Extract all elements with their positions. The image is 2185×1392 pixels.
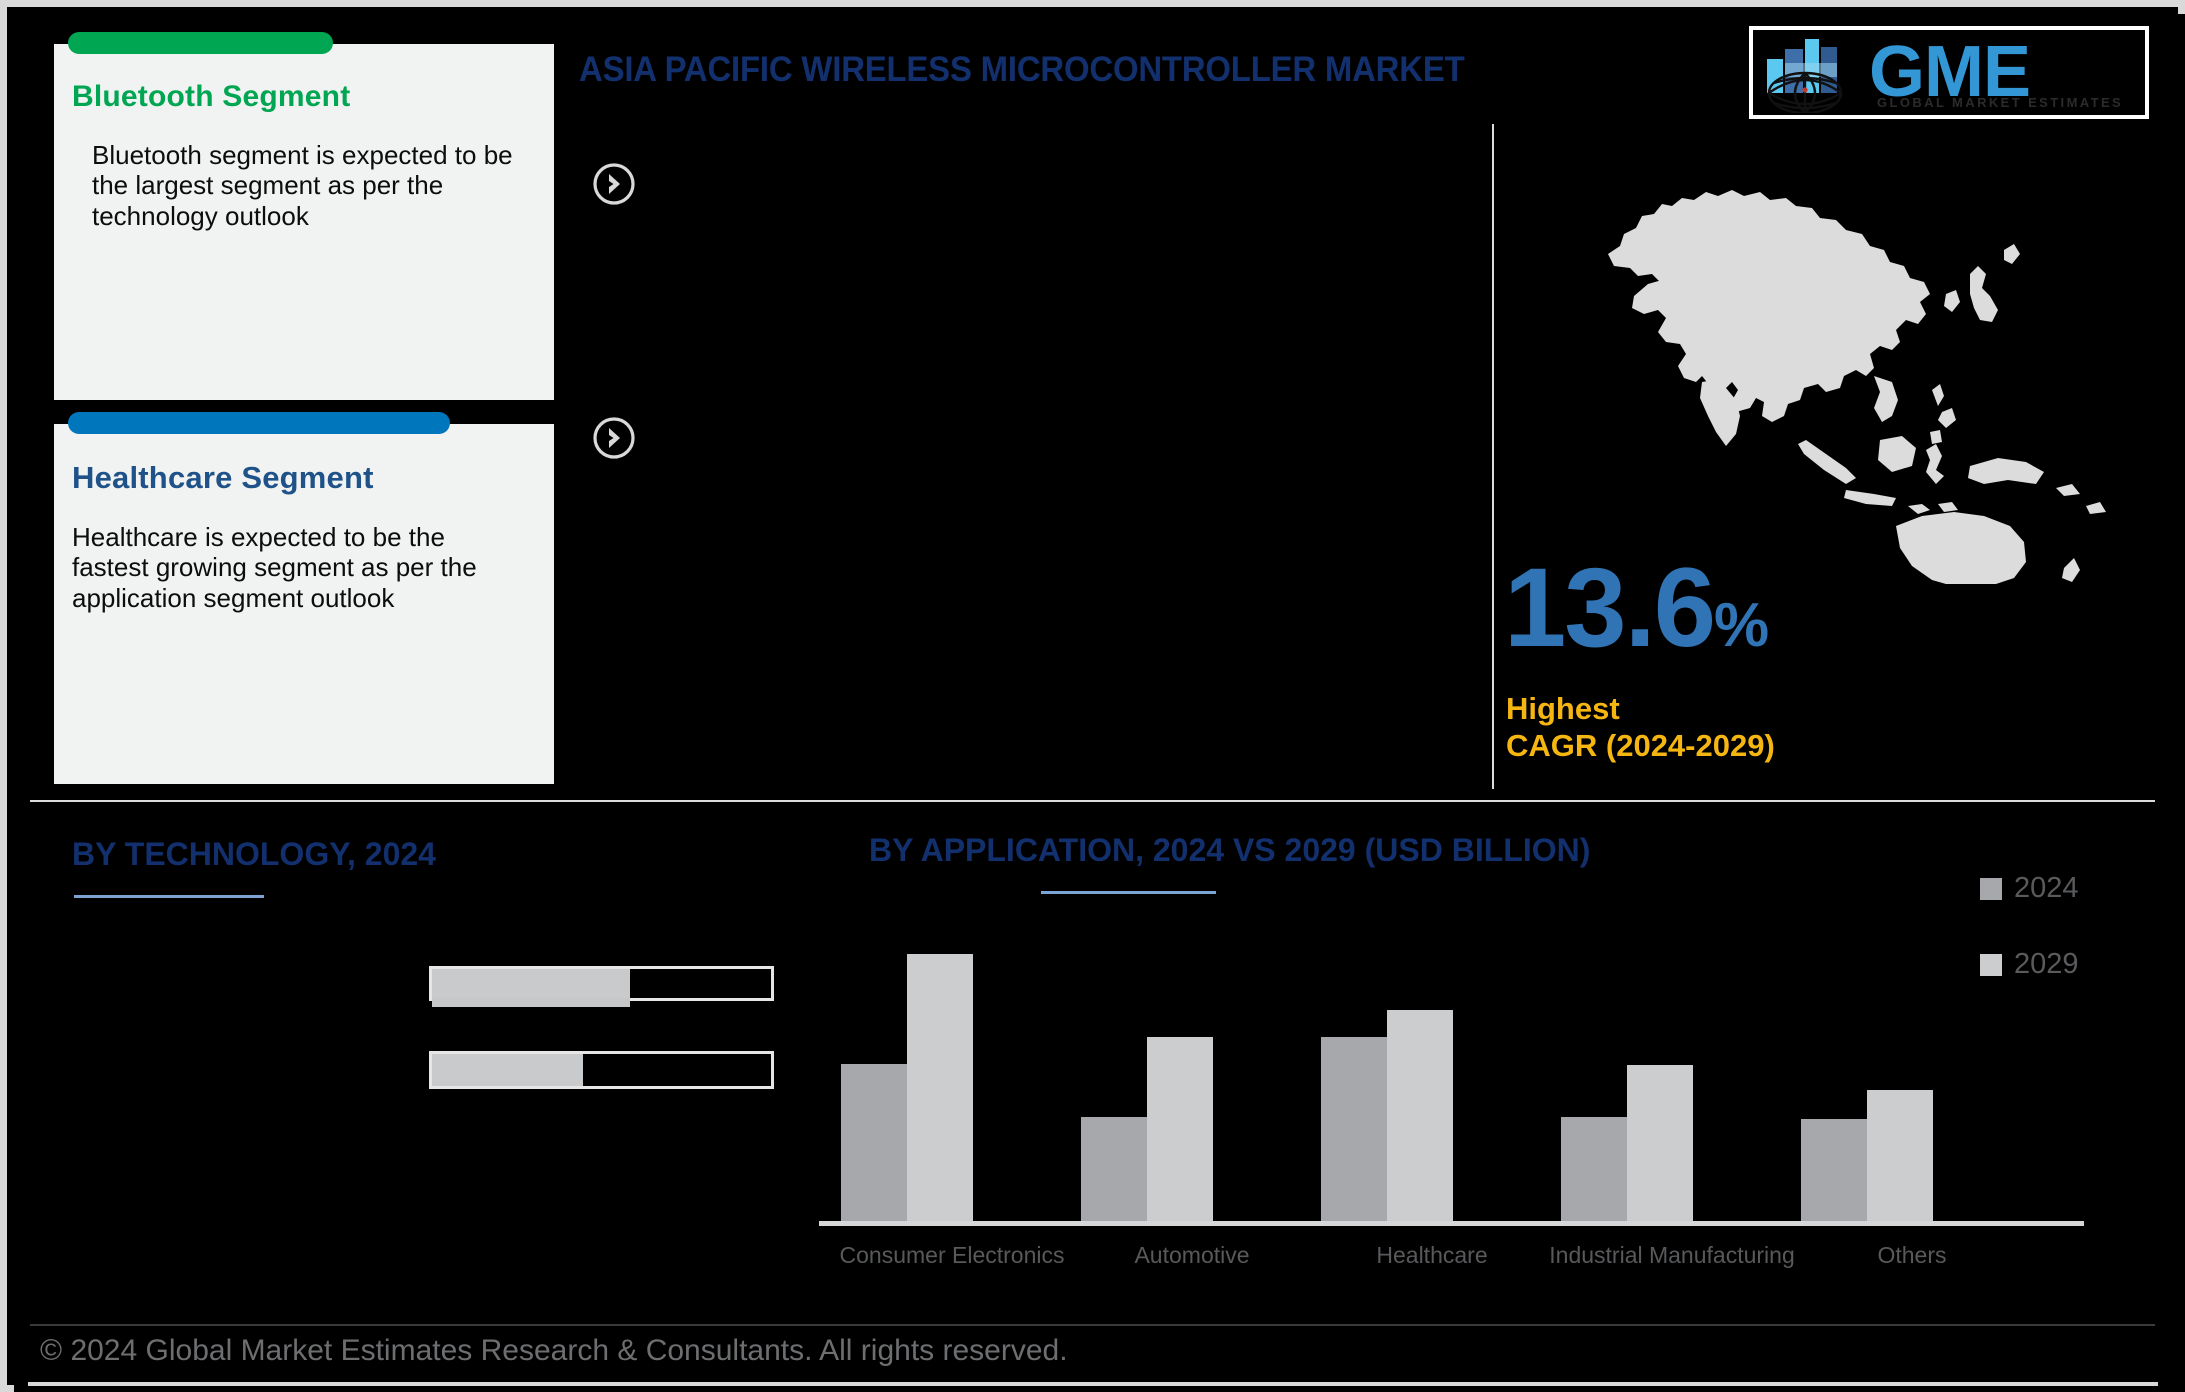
category-label: Healthcare: [1376, 1242, 1488, 1268]
cagr-value: 13.6%: [1504, 552, 1769, 664]
company-logo: GME GLOBAL MARKET ESTIMATES: [1749, 26, 2149, 119]
bar-2029: [907, 954, 973, 1224]
bar-2029: [1627, 1065, 1693, 1224]
legend-label: 2024: [2014, 872, 2079, 904]
category-label: Consumer Electronics: [839, 1242, 1065, 1268]
category-label: Industrial Manufacturing: [1549, 1242, 1795, 1268]
bar-2024: [1561, 1117, 1627, 1224]
cagr-caption-line-2: CAGR (2024-2029): [1506, 728, 1775, 764]
page-title: ASIA PACIFIC WIRELESS MICROCONTROLLER MA…: [579, 50, 1465, 89]
logo-tagline: GLOBAL MARKET ESTIMATES: [1877, 95, 2124, 110]
infographic-frame: ASIA PACIFIC WIRELESS MICROCONTROLLER MA…: [0, 0, 2185, 1392]
section-heading-application: BY APPLICATION, 2024 VS 2029 (USD BILLIO…: [869, 832, 1590, 894]
application-bar-chart: [819, 914, 2074, 1224]
heading-underline: [1041, 891, 1216, 894]
technology-bar-1-shadow: [432, 998, 631, 1007]
chevron-right-circle-icon: [592, 162, 636, 206]
footer-copyright: © 2024 Global Market Estimates Research …: [40, 1334, 1068, 1367]
section-heading-technology-label: BY TECHNOLOGY, 2024: [72, 836, 436, 872]
vertical-divider: [1492, 124, 1494, 789]
bar-2024: [1081, 1117, 1147, 1224]
chevron-right-circle-icon: [592, 416, 636, 460]
card-accent-pill: [68, 412, 450, 434]
bar-2024: [1801, 1119, 1867, 1224]
cagr-caption-line-1: Highest: [1506, 691, 1620, 726]
section-heading-technology: BY TECHNOLOGY, 2024: [72, 836, 436, 898]
section-heading-application-label: BY APPLICATION, 2024 VS 2029 (USD BILLIO…: [869, 832, 1591, 868]
bar-2024: [841, 1064, 907, 1224]
legend-swatch-icon: [1980, 953, 2002, 976]
chart-legend: 2024 2029: [1980, 872, 2079, 1024]
insight-card-bluetooth: Bluetooth Segment Bluetooth segment is e…: [54, 32, 554, 400]
bar-2029: [1147, 1037, 1213, 1224]
insight-card-healthcare: Healthcare Segment Healthcare is expecte…: [54, 412, 554, 784]
legend-label: 2029: [2014, 948, 2079, 980]
technology-bar-2: [429, 1051, 774, 1089]
card-title: Bluetooth Segment: [72, 80, 351, 113]
top-section: ASIA PACIFIC WIRELESS MICROCONTROLLER MA…: [14, 14, 2185, 804]
bar-2024: [1321, 1037, 1387, 1224]
footer-rule: [28, 1382, 2158, 1386]
cagr-number: 13.6: [1504, 545, 1716, 670]
bar-2029: [1387, 1010, 1453, 1224]
card-accent-pill: [68, 32, 333, 54]
legend-item-2029: 2029: [1980, 948, 2079, 981]
horizontal-divider: [30, 800, 2155, 802]
technology-bar-1: [429, 966, 774, 1007]
heading-underline: [74, 895, 264, 898]
bar-group-healthcare: [1321, 914, 1453, 1224]
infographic-canvas: ASIA PACIFIC WIRELESS MICROCONTROLLER MA…: [14, 14, 2185, 1392]
asia-pacific-map: [1574, 154, 2134, 584]
footer-divider: [30, 1324, 2155, 1326]
cagr-caption: Highest CAGR (2024-2029): [1506, 690, 1775, 764]
bar-group-automotive: [1081, 914, 1213, 1224]
card-title: Healthcare Segment: [72, 460, 374, 495]
technology-bar-2-fill: [432, 1054, 583, 1086]
cagr-percent-symbol: %: [1713, 591, 1769, 660]
card-body: Bluetooth segment is expected to be the …: [92, 140, 513, 231]
legend-swatch-icon: [1980, 877, 2002, 900]
card-body: Healthcare is expected to be the fastest…: [72, 522, 477, 613]
legend-item-2024: 2024: [1980, 872, 2079, 905]
globe-bar-chart-icon: [1761, 33, 1869, 114]
category-label: Automotive: [1134, 1242, 1250, 1268]
category-label: Others: [1877, 1242, 1947, 1268]
chart-axis-line: [819, 1221, 2084, 1226]
bar-group-industrial-manufacturing: [1561, 914, 1693, 1224]
technology-bar-1-fill: [432, 969, 631, 998]
bar-group-others: [1801, 914, 1933, 1224]
bar-group-consumer-electronics: [841, 914, 973, 1224]
bar-2029: [1867, 1090, 1933, 1224]
